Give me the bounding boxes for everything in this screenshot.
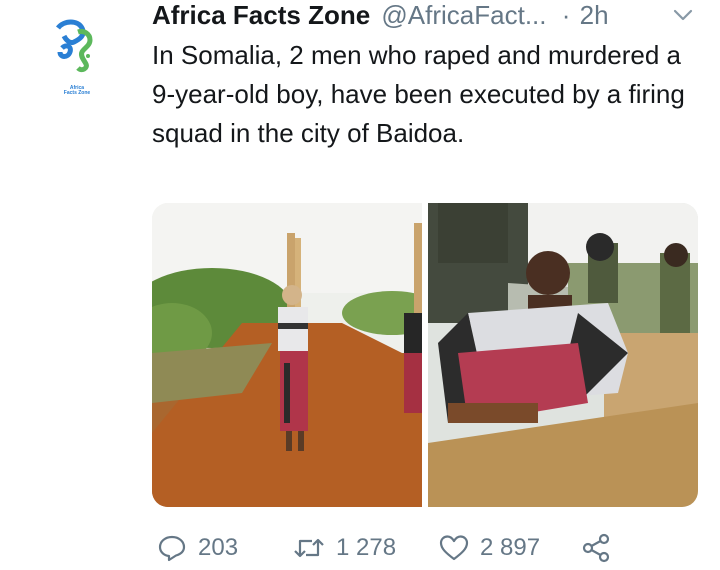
- heart-icon: [439, 535, 469, 561]
- share-icon: [582, 533, 610, 563]
- reply-button[interactable]: 203: [156, 528, 238, 568]
- tweet-actions: 203 1 278 2 897: [152, 528, 700, 568]
- tweet-time[interactable]: 2h: [580, 0, 609, 30]
- like-button[interactable]: 2 897: [438, 528, 540, 568]
- media-grid: [152, 203, 698, 507]
- retweet-button[interactable]: 1 278: [292, 528, 396, 568]
- tweet-text: In Somalia, 2 men who raped and murdered…: [152, 40, 685, 148]
- chevron-down-icon[interactable]: [670, 2, 696, 28]
- avatar[interactable]: Africa Facts Zone: [48, 18, 102, 110]
- share-button[interactable]: [580, 528, 612, 568]
- photo-man-seated-by-box[interactable]: [428, 203, 698, 507]
- account-name[interactable]: Africa Facts Zone: [152, 0, 370, 30]
- reply-count: 203: [198, 534, 239, 561]
- tweet-header: Africa Facts Zone @AfricaFact... · 2h: [152, 0, 700, 32]
- retweet-count: 1 278: [336, 534, 397, 561]
- account-handle[interactable]: @AfricaFact...: [381, 0, 546, 30]
- reply-icon: [158, 535, 186, 562]
- avatar-brand-text: Africa Facts Zone: [63, 85, 91, 96]
- separator-dot: ·: [561, 0, 571, 30]
- africa-facts-logo-icon: [56, 19, 93, 73]
- retweet-icon: [294, 538, 324, 558]
- like-count: 2 897: [480, 534, 541, 561]
- photo-man-tied-to-pole[interactable]: [152, 203, 422, 507]
